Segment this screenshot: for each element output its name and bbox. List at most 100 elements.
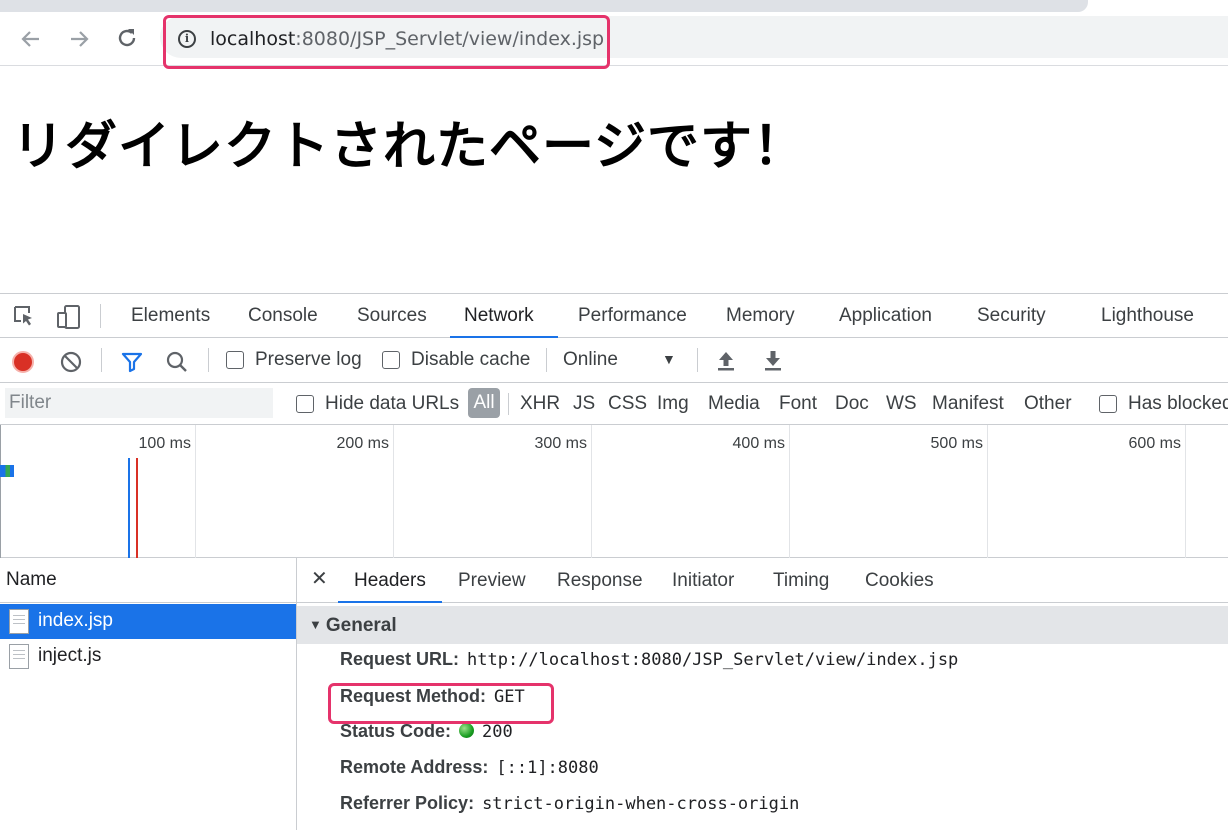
triangle-down-icon: ▼ — [309, 617, 322, 632]
tick-300ms: 300 ms — [534, 435, 587, 452]
preserve-log-checkbox[interactable] — [226, 351, 244, 369]
request-row[interactable]: inject.js — [0, 639, 296, 674]
tab-console[interactable]: Console — [248, 305, 318, 327]
active-detail-tab-indicator — [338, 601, 442, 603]
tick-200ms: 200 ms — [336, 435, 389, 452]
hide-data-urls-label: Hide data URLs — [325, 393, 460, 414]
filter-input[interactable] — [5, 388, 273, 418]
tab-initiator[interactable]: Initiator — [672, 570, 734, 592]
filter-doc[interactable]: Doc — [835, 393, 869, 415]
filter-js[interactable]: JS — [573, 393, 595, 415]
name-column-header[interactable]: Name — [0, 558, 296, 603]
filter-xhr[interactable]: XHR — [520, 393, 560, 415]
dropdown-arrow-icon[interactable]: ▼ — [662, 351, 676, 367]
page-title: リダイレクトされたページです！ — [12, 117, 806, 177]
filter-img[interactable]: Img — [657, 393, 689, 415]
tick-100ms: 100 ms — [138, 435, 191, 452]
filter-bar: Hide data URLs All XHR JS CSS Img Media … — [0, 383, 1228, 425]
divider — [100, 304, 101, 328]
document-icon — [9, 609, 29, 634]
filter-media[interactable]: Media — [708, 393, 760, 415]
upload-icon[interactable] — [715, 349, 737, 378]
has-blocked-checkbox[interactable] — [1099, 395, 1117, 413]
dom-content-loaded-marker — [128, 458, 130, 558]
devtools-tabbar: Elements Console Sources Network Perform… — [0, 294, 1228, 338]
preserve-log-label: Preserve log — [255, 349, 362, 370]
has-blocked-label: Has blocked — [1128, 393, 1228, 414]
filter-ws[interactable]: WS — [886, 393, 917, 415]
search-icon[interactable] — [165, 350, 189, 379]
request-detail: ✕ Headers Preview Response Initiator Tim… — [297, 558, 1228, 830]
tab-application[interactable]: Application — [839, 305, 932, 327]
filter-font[interactable]: Font — [779, 393, 817, 415]
reload-icon[interactable] — [114, 26, 140, 52]
browser-toolbar: i localhost:8080/JSP_Servlet/view/index.… — [0, 12, 1228, 66]
request-method-row: Request Method: GET — [340, 686, 525, 707]
network-toolbar: Preserve log Disable cache Online ▼ — [0, 338, 1228, 383]
general-section-header[interactable]: ▼ General — [297, 606, 1228, 644]
grid-line — [1185, 425, 1186, 558]
hide-data-urls-checkbox[interactable] — [296, 395, 314, 413]
remote-address-row: Remote Address: [::1]:8080 — [340, 757, 599, 778]
arrow-left-icon[interactable] — [18, 26, 44, 52]
filter-manifest[interactable]: Manifest — [932, 393, 1004, 415]
disable-cache-label: Disable cache — [411, 349, 531, 370]
throttling-select[interactable]: Online — [563, 349, 618, 371]
record-button[interactable] — [12, 351, 34, 373]
divider — [546, 348, 547, 372]
clear-icon[interactable] — [59, 350, 83, 379]
grid-line — [591, 425, 592, 558]
tab-sources[interactable]: Sources — [357, 305, 427, 327]
address-url[interactable]: localhost:8080/JSP_Servlet/view/index.js… — [210, 28, 604, 50]
request-name: inject.js — [38, 645, 102, 666]
request-url-row: Request URL: http://localhost:8080/JSP_Se… — [340, 649, 959, 670]
info-icon[interactable]: i — [178, 30, 196, 48]
close-icon[interactable]: ✕ — [311, 566, 328, 591]
divider — [508, 393, 509, 415]
disable-cache-checkbox[interactable] — [382, 351, 400, 369]
request-list: Name index.jsp inject.js — [0, 558, 297, 830]
filter-css[interactable]: CSS — [608, 393, 647, 415]
document-icon — [9, 644, 29, 669]
request-bar — [0, 465, 14, 477]
filter-icon[interactable] — [120, 350, 144, 379]
tab-network[interactable]: Network — [464, 305, 534, 327]
inspect-element-icon[interactable] — [12, 304, 36, 328]
tab-security[interactable]: Security — [977, 305, 1046, 327]
grid-line — [0, 425, 1, 558]
divider — [101, 348, 102, 372]
tab-memory[interactable]: Memory — [726, 305, 795, 327]
timeline-overview[interactable]: 100 ms 200 ms 300 ms 400 ms 500 ms 600 m… — [0, 425, 1228, 558]
tick-600ms: 600 ms — [1128, 435, 1181, 452]
status-code-row: Status Code: 200 — [340, 721, 513, 742]
tab-response[interactable]: Response — [557, 570, 643, 592]
filter-all-button[interactable]: All — [468, 388, 500, 418]
tab-elements[interactable]: Elements — [131, 305, 210, 327]
grid-line — [195, 425, 196, 558]
divider — [697, 348, 698, 372]
tick-400ms: 400 ms — [732, 435, 785, 452]
arrow-right-icon[interactable] — [66, 26, 92, 52]
tab-timing[interactable]: Timing — [773, 570, 829, 592]
download-icon[interactable] — [762, 349, 784, 378]
referrer-policy-row: Referrer Policy: strict-origin-when-cross… — [340, 793, 800, 814]
grid-line — [789, 425, 790, 558]
divider — [208, 348, 209, 372]
detail-tabbar: ✕ Headers Preview Response Initiator Tim… — [297, 558, 1228, 603]
grid-line — [987, 425, 988, 558]
request-name: index.jsp — [38, 610, 113, 631]
tab-lighthouse[interactable]: Lighthouse — [1101, 305, 1194, 327]
status-ok-icon — [459, 723, 475, 738]
filter-other[interactable]: Other — [1024, 393, 1072, 415]
devtools-panel: Elements Console Sources Network Perform… — [0, 293, 1228, 830]
load-marker — [136, 458, 138, 558]
tick-500ms: 500 ms — [930, 435, 983, 452]
grid-line — [393, 425, 394, 558]
tab-preview[interactable]: Preview — [458, 570, 526, 592]
tab-performance[interactable]: Performance — [578, 305, 687, 327]
tab-strip — [0, 0, 1088, 12]
device-toolbar-icon[interactable] — [56, 304, 80, 329]
request-row[interactable]: index.jsp — [0, 604, 296, 639]
tab-cookies[interactable]: Cookies — [865, 570, 934, 592]
tab-headers[interactable]: Headers — [354, 570, 426, 592]
